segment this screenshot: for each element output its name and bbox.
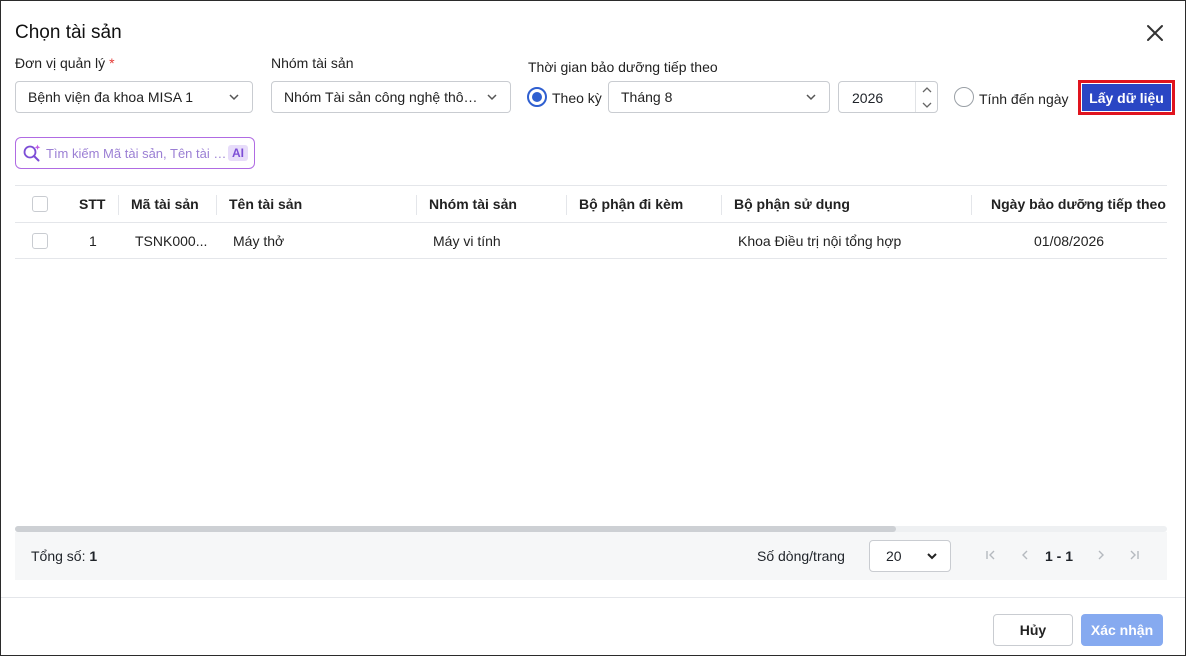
table-header: STT Mã tài sản Tên tài sản Nhóm tài sản …: [15, 185, 1167, 223]
search-input[interactable]: Tìm kiếm Mã tài sản, Tên tài sản: [46, 146, 228, 161]
col-department: Bộ phận sử dụng: [734, 196, 850, 212]
search-box[interactable]: Tìm kiếm Mã tài sản, Tên tài sản AI: [15, 137, 255, 169]
required-mark: *: [109, 55, 115, 71]
chevron-down-icon: [927, 553, 937, 560]
col-stt: STT: [79, 196, 106, 212]
chevron-down-icon: [806, 94, 816, 101]
row-checkbox[interactable]: [32, 232, 48, 249]
row-stt: 1: [89, 232, 97, 249]
group-select-value: Nhóm Tài sản công nghệ thông tin: [284, 89, 478, 105]
row-next-maintenance-date: 01/08/2026: [1034, 232, 1105, 249]
rows-per-page-value: 20: [886, 548, 902, 564]
by-period-radio[interactable]: [527, 87, 547, 107]
last-page-icon[interactable]: [1125, 546, 1143, 564]
fetch-button-highlight: Lấy dữ liệu: [1078, 80, 1175, 115]
ai-badge: AI: [228, 145, 248, 161]
first-page-icon[interactable]: [982, 546, 1000, 564]
stepper-up-icon[interactable]: [916, 82, 937, 97]
group-select[interactable]: Nhóm Tài sản công nghệ thông tin: [271, 81, 511, 113]
col-next-maintenance-date: Ngày bảo dưỡng tiếp theo: [991, 196, 1166, 212]
table-footer: Tổng số: 1 Số dòng/trang 20 1 - 1: [15, 532, 1167, 580]
month-select-value: Tháng 8: [621, 89, 673, 105]
unit-select-value: Bệnh viện đa khoa MISA 1: [28, 89, 193, 105]
until-date-radio[interactable]: [954, 87, 974, 107]
row-department: Khoa Điều trị nội tổng hợp: [738, 232, 902, 249]
stepper-down-icon[interactable]: [916, 97, 937, 112]
month-select[interactable]: Tháng 8: [608, 81, 830, 113]
chevron-down-icon: [229, 94, 239, 101]
ai-search-icon: [23, 144, 41, 162]
maintenance-time-label: Thời gian bảo dưỡng tiếp theo: [528, 59, 718, 75]
by-period-label[interactable]: Theo kỳ: [552, 90, 602, 106]
rows-per-page-label: Số dòng/trang: [757, 548, 845, 564]
fetch-data-button[interactable]: Lấy dữ liệu: [1081, 83, 1172, 112]
unit-label: Đơn vị quản lý *: [15, 55, 115, 71]
group-label: Nhóm tài sản: [271, 55, 354, 71]
confirm-button[interactable]: Xác nhận: [1081, 614, 1163, 646]
table-row[interactable]: 1 TSNK000... Máy thở Máy vi tính Khoa Đi…: [15, 223, 1167, 259]
chevron-down-icon: [487, 94, 497, 101]
until-date-label[interactable]: Tính đến ngày: [979, 91, 1069, 107]
row-asset-group: Máy vi tính: [433, 232, 501, 249]
close-icon[interactable]: [1143, 21, 1167, 45]
year-value: 2026: [852, 90, 884, 106]
col-accessory: Bộ phận đi kèm: [579, 196, 684, 212]
total-count: Tổng số: 1: [31, 548, 98, 564]
divider: [1, 597, 1185, 598]
rows-per-page-select[interactable]: 20: [869, 540, 951, 572]
row-asset-name: Máy thở: [233, 232, 285, 249]
unit-select[interactable]: Bệnh viện đa khoa MISA 1: [15, 81, 253, 113]
col-asset-group: Nhóm tài sản: [429, 196, 517, 212]
row-asset-code: TSNK000...: [135, 232, 208, 249]
col-asset-code: Mã tài sản: [131, 196, 199, 212]
year-stepper[interactable]: 2026: [838, 81, 938, 113]
prev-page-icon[interactable]: [1016, 546, 1034, 564]
select-all-checkbox[interactable]: [32, 196, 48, 212]
col-asset-name: Tên tài sản: [229, 196, 303, 212]
choose-asset-dialog: Chọn tài sản Đơn vị quản lý * Bệnh viện đ…: [0, 0, 1186, 656]
cancel-button[interactable]: Hủy: [993, 614, 1073, 646]
asset-table: STT Mã tài sản Tên tài sản Nhóm tài sản …: [15, 185, 1167, 259]
dialog-title: Chọn tài sản: [15, 22, 122, 43]
next-page-icon[interactable]: [1092, 546, 1110, 564]
page-range: 1 - 1: [1045, 548, 1074, 564]
